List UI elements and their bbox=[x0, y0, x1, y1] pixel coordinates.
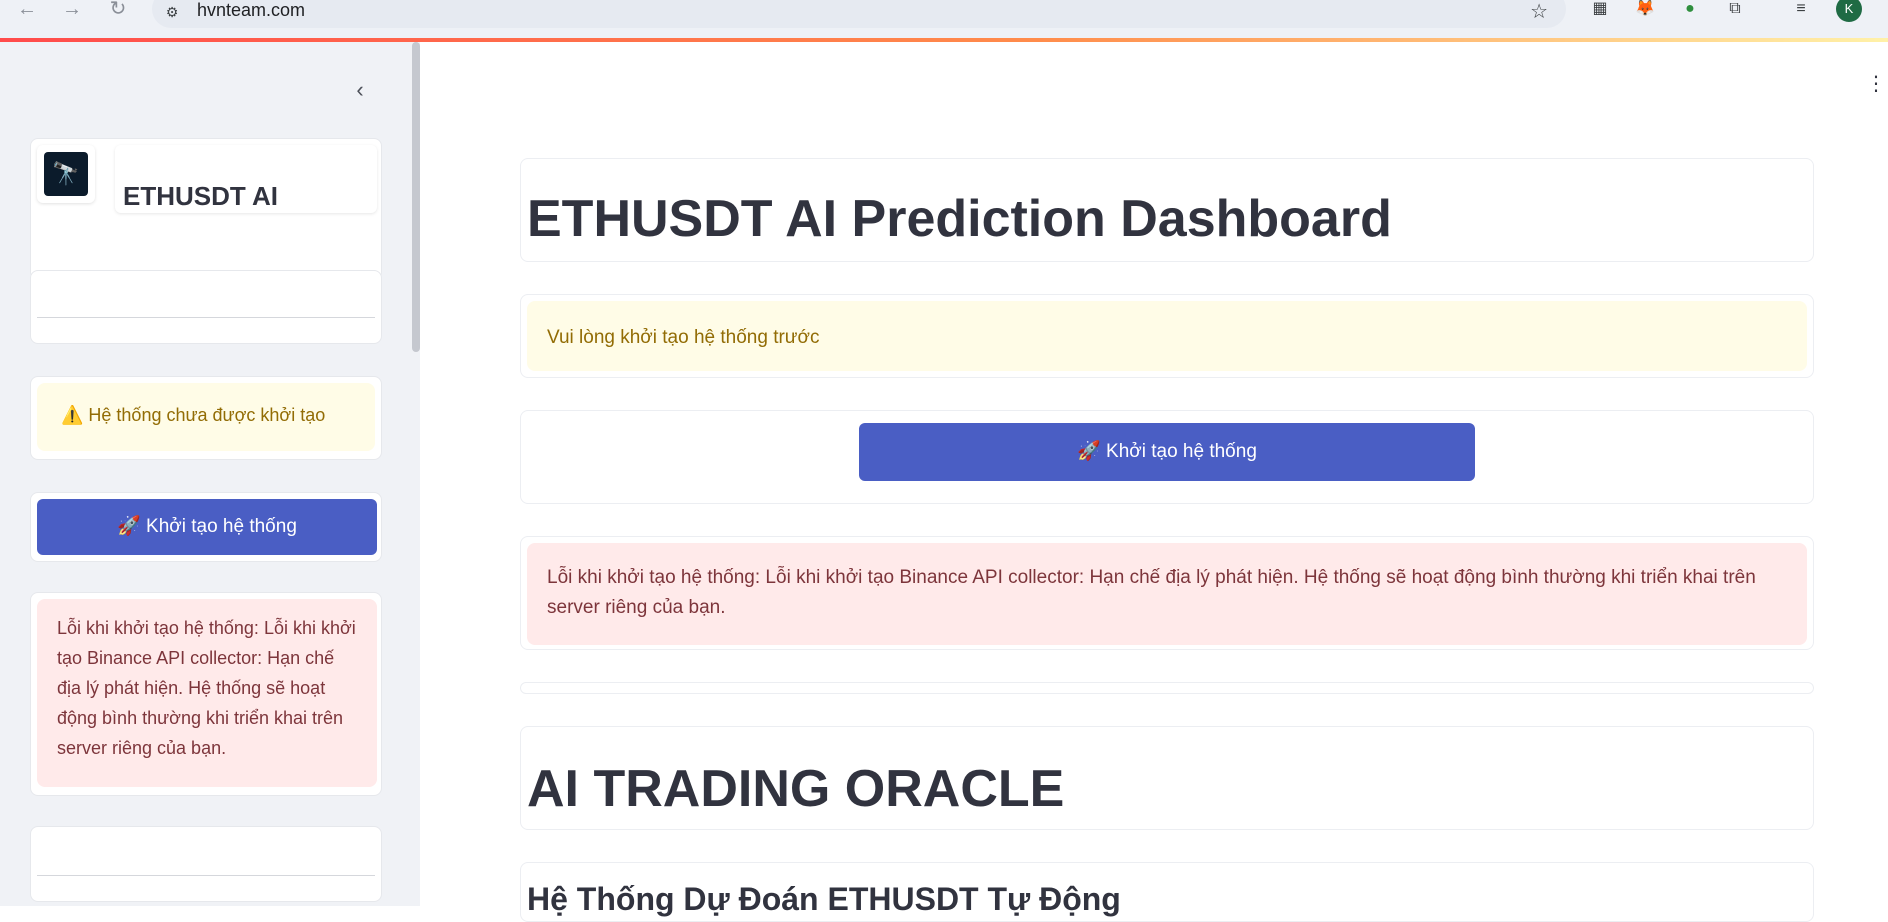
warning-alert: ⚠️ Hệ thống chưa được khởi tạo bbox=[37, 383, 375, 451]
site-info-icon[interactable]: ⚙ bbox=[162, 2, 182, 22]
reading-list-icon[interactable]: ≡ bbox=[1788, 0, 1814, 24]
empty-card bbox=[520, 682, 1814, 694]
init-card: 🚀 Khởi tạo hệ thống bbox=[30, 492, 382, 562]
profile-avatar[interactable]: K bbox=[1836, 0, 1862, 22]
brand-card: 🔭 ETHUSDT AI bbox=[30, 138, 382, 280]
qr-code-icon[interactable]: ▦ bbox=[1587, 0, 1613, 24]
page-title: ETHUSDT AI Prediction Dashboard bbox=[527, 190, 1392, 248]
reload-icon[interactable]: ↻ bbox=[103, 0, 133, 24]
init-system-button[interactable]: 🚀 Khởi tạo hệ thống bbox=[37, 499, 377, 555]
collapse-sidebar-icon[interactable]: ‹ bbox=[348, 78, 372, 102]
subtitle-card: Hệ Thống Dự Đoán ETHUSDT Tự Động bbox=[520, 862, 1814, 922]
error-text: Lỗi khi khởi tạo hệ thống: Lỗi khi khởi … bbox=[57, 618, 356, 758]
error-alert: Lỗi khi khởi tạo hệ thống: Lỗi khi khởi … bbox=[37, 599, 377, 787]
warning-text: Vui lòng khởi tạo hệ thống trước bbox=[547, 327, 820, 348]
more-menu-icon[interactable]: ⋮ bbox=[1866, 72, 1886, 96]
puzzle-extensions-icon[interactable]: ⧉ bbox=[1722, 0, 1748, 24]
back-icon[interactable]: ← bbox=[12, 0, 42, 24]
empty-card bbox=[30, 270, 382, 344]
earth-extension-icon[interactable]: ● bbox=[1677, 0, 1703, 24]
divider bbox=[37, 875, 375, 876]
divider bbox=[37, 317, 375, 318]
empty-card bbox=[30, 826, 382, 902]
forward-icon[interactable]: → bbox=[57, 0, 87, 24]
oracle-card: AI TRADING ORACLE bbox=[520, 726, 1814, 830]
title-card: ETHUSDT AI Prediction Dashboard bbox=[520, 158, 1814, 262]
init-card: 🚀 Khởi tạo hệ thống bbox=[520, 410, 1814, 504]
error-text: Lỗi khi khởi tạo hệ thống: Lỗi khi khởi … bbox=[547, 567, 1756, 618]
error-card: Lỗi khi khởi tạo hệ thống: Lỗi khi khởi … bbox=[520, 536, 1814, 650]
error-card: Lỗi khi khởi tạo hệ thống: Lỗi khi khởi … bbox=[30, 592, 382, 796]
status-card: ⚠️ Hệ thống chưa được khởi tạo bbox=[30, 376, 382, 460]
telescope-icon: 🔭 bbox=[44, 152, 88, 196]
init-system-button[interactable]: 🚀 Khởi tạo hệ thống bbox=[859, 423, 1475, 481]
warning-text: ⚠️ Hệ thống chưa được khởi tạo bbox=[61, 405, 326, 425]
error-alert: Lỗi khi khởi tạo hệ thống: Lỗi khi khởi … bbox=[527, 543, 1807, 645]
subtitle: Hệ Thống Dự Đoán ETHUSDT Tự Động bbox=[527, 881, 1121, 917]
oracle-title: AI TRADING ORACLE bbox=[527, 760, 1065, 818]
sidebar: ‹ 🔭 ETHUSDT AI ⚠️ Hệ thống chưa được khở… bbox=[0, 42, 420, 906]
warning-alert: Vui lòng khởi tạo hệ thống trước bbox=[527, 301, 1807, 371]
bookmark-star-icon[interactable]: ☆ bbox=[1530, 0, 1548, 24]
logo: 🔭 bbox=[37, 145, 95, 203]
url-text[interactable]: hvnteam.com bbox=[197, 0, 305, 21]
brand-title: ETHUSDT AI bbox=[123, 181, 279, 211]
warning-card: Vui lòng khởi tạo hệ thống trước bbox=[520, 294, 1814, 378]
metamask-fox-icon[interactable]: 🦊 bbox=[1632, 0, 1658, 24]
brand-title-box: ETHUSDT AI bbox=[115, 145, 377, 213]
sidebar-scrollbar[interactable] bbox=[412, 42, 420, 352]
address-bar[interactable]: ⚙ hvnteam.com ☆ bbox=[152, 0, 1566, 28]
browser-toolbar: ← → ↻ ⚙ hvnteam.com ☆ ▦ 🦊 ● ⧉ ≡ K bbox=[0, 0, 1888, 40]
